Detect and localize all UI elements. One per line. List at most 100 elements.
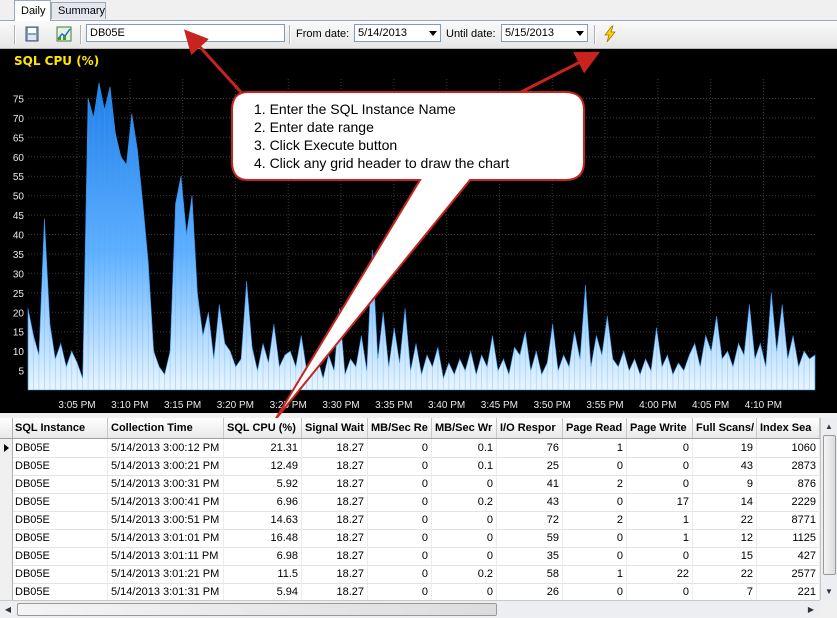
table-cell[interactable]: 1125 [757, 529, 820, 547]
table-cell[interactable]: 0.1 [432, 439, 497, 457]
table-cell[interactable]: 12.49 [224, 457, 302, 475]
table-cell[interactable]: 17 [627, 493, 693, 511]
column-header[interactable]: MB/Sec Re [368, 418, 432, 438]
table-cell[interactable]: 0 [432, 511, 497, 529]
table-cell[interactable]: DB05E [12, 493, 108, 511]
table-cell[interactable]: 18.27 [302, 547, 368, 565]
table-cell[interactable]: 0 [368, 511, 432, 529]
table-cell[interactable]: 6.96 [224, 493, 302, 511]
table-cell[interactable]: 18.27 [302, 475, 368, 493]
table-cell[interactable]: 18.27 [302, 529, 368, 547]
column-header[interactable]: Collection Time [108, 418, 224, 438]
column-header[interactable]: MB/Sec Wr [432, 418, 497, 438]
table-cell[interactable]: 5.94 [224, 583, 302, 600]
table-cell[interactable]: 7 [693, 583, 757, 600]
table-cell[interactable]: DB05E [12, 565, 108, 583]
scroll-right-icon[interactable]: ▶ [803, 601, 819, 617]
table-cell[interactable]: 35 [497, 547, 563, 565]
table-cell[interactable]: 18.27 [302, 511, 368, 529]
table-cell[interactable]: 0 [368, 583, 432, 600]
table-cell[interactable]: 18.27 [302, 457, 368, 475]
table-cell[interactable]: 0.1 [432, 457, 497, 475]
column-header[interactable]: Page Write [627, 418, 693, 438]
table-cell[interactable]: 5/14/2013 3:01:01 PM [108, 529, 224, 547]
table-cell[interactable]: DB05E [12, 457, 108, 475]
column-header[interactable]: Signal Wait [302, 418, 368, 438]
table-cell[interactable]: DB05E [12, 511, 108, 529]
table-cell[interactable]: 0.2 [432, 493, 497, 511]
table-cell[interactable]: 0 [368, 439, 432, 457]
scroll-thumb[interactable] [823, 435, 836, 575]
table-cell[interactable]: 2 [563, 475, 627, 493]
table-cell[interactable]: 0 [563, 547, 627, 565]
table-cell[interactable]: 2873 [757, 457, 820, 475]
table-cell[interactable]: 5/14/2013 3:00:21 PM [108, 457, 224, 475]
table-cell[interactable]: 0 [368, 493, 432, 511]
table-cell[interactable]: 0 [627, 583, 693, 600]
table-cell[interactable]: 0 [627, 475, 693, 493]
table-cell[interactable]: 21.31 [224, 439, 302, 457]
table-row[interactable]: DB05E 5/14/2013 3:01:11 PM 6.98 18.27 0 0 35 0 0… [0, 547, 820, 566]
table-cell[interactable]: 5/14/2013 3:00:12 PM [108, 439, 224, 457]
table-cell[interactable]: 6.98 [224, 547, 302, 565]
table-cell[interactable]: DB05E [12, 583, 108, 600]
table-row[interactable]: DB05E 5/14/2013 3:01:21 PM 11.5 18.27 0 0.2 58… [0, 565, 820, 584]
table-cell[interactable]: 0 [368, 475, 432, 493]
table-row[interactable]: DB05E 5/14/2013 3:00:41 PM 6.96 18.27 0 0.2 43… [0, 493, 820, 512]
table-cell[interactable]: 0 [432, 547, 497, 565]
table-cell[interactable]: DB05E [12, 439, 108, 457]
table-cell[interactable]: 25 [497, 457, 563, 475]
table-cell[interactable]: 0 [563, 457, 627, 475]
table-cell[interactable]: 22 [693, 565, 757, 583]
table-cell[interactable]: 2 [563, 511, 627, 529]
table-cell[interactable]: 14.63 [224, 511, 302, 529]
scroll-down-icon[interactable]: ▼ [821, 583, 837, 599]
table-cell[interactable]: 0 [432, 529, 497, 547]
scroll-thumb[interactable] [17, 603, 497, 616]
vertical-scrollbar[interactable]: ▲ ▼ [820, 418, 837, 600]
table-cell[interactable]: 26 [497, 583, 563, 600]
table-cell[interactable]: 1060 [757, 439, 820, 457]
table-cell[interactable]: 0 [563, 493, 627, 511]
table-cell[interactable]: 43 [693, 457, 757, 475]
table-cell[interactable]: DB05E [12, 475, 108, 493]
table-cell[interactable]: 19 [693, 439, 757, 457]
table-cell[interactable]: 76 [497, 439, 563, 457]
table-cell[interactable]: 0 [368, 529, 432, 547]
table-cell[interactable]: 0 [627, 457, 693, 475]
table-cell[interactable]: 1 [563, 439, 627, 457]
table-cell[interactable]: 41 [497, 475, 563, 493]
table-row[interactable]: DB05E 5/14/2013 3:00:51 PM 14.63 18.27 0 0 72 2… [0, 511, 820, 530]
table-cell[interactable]: 876 [757, 475, 820, 493]
table-row[interactable]: DB05E 5/14/2013 3:00:12 PM 21.31 18.27 0 0.1 7… [0, 439, 820, 458]
table-cell[interactable]: 1 [627, 529, 693, 547]
table-cell[interactable]: 5.92 [224, 475, 302, 493]
chevron-down-icon[interactable] [429, 31, 437, 36]
table-cell[interactable]: 9 [693, 475, 757, 493]
table-cell[interactable]: 0 [627, 439, 693, 457]
save-icon[interactable] [23, 25, 41, 43]
table-cell[interactable]: 11.5 [224, 565, 302, 583]
tab-daily[interactable]: Daily [14, 0, 51, 21]
table-cell[interactable]: 427 [757, 547, 820, 565]
table-cell[interactable]: 5/14/2013 3:00:51 PM [108, 511, 224, 529]
column-header[interactable]: Index Sea [757, 418, 820, 438]
horizontal-scrollbar[interactable]: ◀ ▶ [0, 600, 820, 617]
column-header[interactable]: Full Scans/ [693, 418, 757, 438]
table-cell[interactable]: 18.27 [302, 583, 368, 600]
table-cell[interactable]: 2229 [757, 493, 820, 511]
table-cell[interactable]: 5/14/2013 3:01:11 PM [108, 547, 224, 565]
table-cell[interactable]: 2577 [757, 565, 820, 583]
table-cell[interactable]: 59 [497, 529, 563, 547]
tab-summary[interactable]: Summary [51, 2, 106, 19]
table-cell[interactable]: 58 [497, 565, 563, 583]
table-cell[interactable]: 18.27 [302, 439, 368, 457]
table-cell[interactable]: 0 [368, 565, 432, 583]
chevron-down-icon[interactable] [576, 31, 584, 36]
table-cell[interactable]: 18.27 [302, 565, 368, 583]
table-cell[interactable]: 0 [368, 457, 432, 475]
table-row[interactable]: DB05E 5/14/2013 3:00:31 PM 5.92 18.27 0 0 41 2 0… [0, 475, 820, 494]
table-row[interactable]: DB05E 5/14/2013 3:01:31 PM 5.94 18.27 0 0 26 0 0… [0, 583, 820, 600]
until-date-picker[interactable]: 5/15/2013 [501, 24, 588, 42]
column-header[interactable]: Page Read [563, 418, 627, 438]
